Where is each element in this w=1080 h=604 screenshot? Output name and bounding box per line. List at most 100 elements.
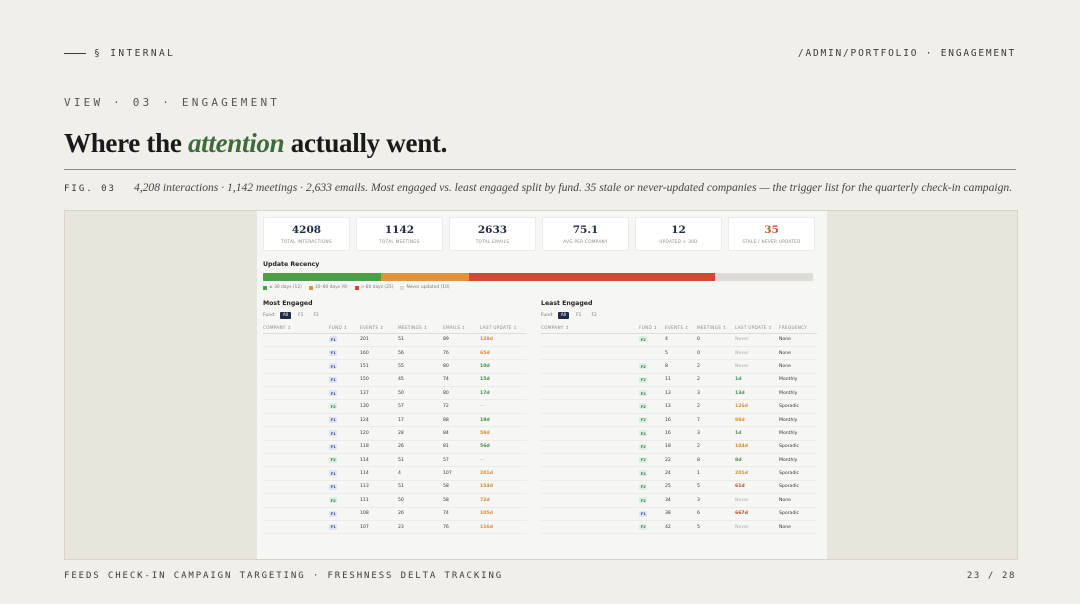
table-row[interactable]: F2 130 57 72— xyxy=(263,399,527,414)
company-cell xyxy=(541,520,639,535)
fund-filter-f2[interactable]: F2 xyxy=(310,312,321,319)
table-row[interactable]: F2 13 3 13d Monthly xyxy=(541,386,817,401)
table-row[interactable]: F1 114 4 107 201d xyxy=(263,466,527,481)
table-row[interactable]: F1 107 23 76 116d xyxy=(263,520,527,535)
meetings-cell: 6 xyxy=(697,507,735,521)
table-row[interactable]: F2 34 3 Never None xyxy=(541,493,817,508)
table-row[interactable]: F2 42 5 Never None xyxy=(541,520,817,535)
table-row[interactable]: F1 201 51 89 128d xyxy=(263,333,527,347)
fund-badge: F1 xyxy=(329,363,338,370)
column-header[interactable]: FUND ↕ xyxy=(329,322,360,334)
column-header[interactable]: COMPANY ↕ xyxy=(263,322,329,334)
company-cell xyxy=(541,493,639,508)
table-row[interactable]: F2 24 1 201d Sporadic xyxy=(541,466,817,481)
column-header[interactable]: MEETINGS ↕ xyxy=(697,322,735,334)
company-cell xyxy=(541,373,639,388)
stat-value: 75.1 xyxy=(572,224,599,236)
last-update-value: 13d xyxy=(735,390,745,396)
table-row[interactable]: F1 120 28 84 59d xyxy=(263,426,527,441)
stat-card: 35 STALE / NEVER UPDATED xyxy=(728,217,815,251)
frequency-cell: Monthly xyxy=(779,426,817,441)
table-row[interactable]: F1 137 50 80 17d xyxy=(263,386,527,401)
meetings-cell: 0 xyxy=(697,333,735,347)
recency-segment-mid xyxy=(380,273,470,281)
table-row[interactable]: F1 150 45 74 15d xyxy=(263,373,527,388)
last-update-value: 201d xyxy=(480,471,493,477)
dashboard-screenshot-frame: 4208 TOTAL INTERACTIONS 1142 TOTAL MEETINGS… xyxy=(64,210,1018,560)
fund-filter-all[interactable]: All xyxy=(557,312,570,319)
fund-filter-f2[interactable]: F2 xyxy=(588,312,599,319)
events-cell: 118 xyxy=(360,440,398,455)
company-cell xyxy=(263,520,329,535)
fund-cell: F2 xyxy=(329,493,360,508)
fund-badge: F1 xyxy=(329,443,338,450)
legend-item: > 60 days (25) xyxy=(354,285,393,290)
column-header[interactable]: FREQUENCY xyxy=(779,322,817,334)
column-header[interactable]: LAST UPDATE ↕ xyxy=(735,322,779,334)
fund-badge: F1 xyxy=(329,416,338,423)
emails-cell: 57 xyxy=(443,453,480,468)
footer-note: FEEDS CHECK-IN CAMPAIGN TARGETING · FRES… xyxy=(64,571,504,581)
table-row[interactable]: F1 38 6 667d Sporadic xyxy=(541,507,817,521)
frequency-cell: Sporadic xyxy=(779,466,817,481)
table-row[interactable]: F2 18 2 104d Sporadic xyxy=(541,440,817,455)
table-row[interactable]: F1 118 26 81 56d xyxy=(263,440,527,455)
table-row[interactable]: F1 151 55 80 10d xyxy=(263,359,527,374)
column-header[interactable]: MEETINGS ↕ xyxy=(398,322,443,334)
legend-label: Never updated (10) xyxy=(406,285,450,290)
page-title: Where the attention actually went. xyxy=(64,128,447,159)
table-row[interactable]: F1 124 17 88 19d xyxy=(263,413,527,428)
table-row[interactable]: 5 0 Never None xyxy=(541,346,817,361)
emails-cell: 80 xyxy=(443,359,480,374)
column-header[interactable]: EMAILS ↕ xyxy=(443,322,480,334)
recency-segment-stale xyxy=(469,273,715,281)
events-cell: 151 xyxy=(360,359,398,374)
table-row[interactable]: F2 16 7 98d Monthly xyxy=(541,413,817,428)
table-row[interactable]: F2 22 8 8d Monthly xyxy=(541,453,817,468)
table-row[interactable]: F2 4 0 Never None xyxy=(541,333,817,347)
table-row[interactable]: F2 8 2 Never None xyxy=(541,359,817,374)
last-update-cell: 10d xyxy=(480,359,527,374)
fund-cell: F2 xyxy=(639,399,665,414)
events-cell: 111 xyxy=(360,493,398,508)
fund-badge: F1 xyxy=(329,510,338,517)
legend-swatch xyxy=(263,285,267,290)
emails-cell: 84 xyxy=(443,426,480,441)
table-row[interactable]: F2 13 2 126d Sporadic xyxy=(541,399,817,414)
fund-badge: F1 xyxy=(329,336,338,343)
fund-filter-all[interactable]: All xyxy=(279,312,292,319)
table-row[interactable]: F2 25 5 61d Sporadic xyxy=(541,480,817,495)
frequency-cell: Monthly xyxy=(779,453,817,468)
stat-card: 12 UPDATED < 30D xyxy=(635,217,722,251)
column-header[interactable]: EVENTS ↕ xyxy=(665,322,697,334)
column-header[interactable]: EVENTS ↕ xyxy=(360,322,398,334)
table-row[interactable]: F2 11 2 1d Monthly xyxy=(541,373,817,388)
events-cell: 34 xyxy=(665,493,697,508)
column-header[interactable]: LAST UPDATE ↕ xyxy=(480,322,527,334)
column-header[interactable]: FUND ↕ xyxy=(639,322,665,334)
fund-filter-f1[interactable]: F1 xyxy=(573,312,584,319)
engagement-dashboard: 4208 TOTAL INTERACTIONS 1142 TOTAL MEETINGS… xyxy=(257,211,827,559)
fund-badge: F1 xyxy=(329,390,338,396)
meetings-cell: 0 xyxy=(697,346,735,361)
last-update-value: 15d xyxy=(480,377,490,383)
table-row[interactable]: F1 113 51 58 154d xyxy=(263,480,527,495)
meetings-cell: 3 xyxy=(697,386,735,401)
fund-badge: F2 xyxy=(639,443,648,450)
emails-cell: 88 xyxy=(443,413,480,428)
last-update-cell: 116d xyxy=(480,520,527,535)
emails-cell: 76 xyxy=(443,346,480,361)
last-update-cell: 1d xyxy=(735,373,779,388)
fund-badge: F2 xyxy=(329,497,338,504)
last-update-value: 1d xyxy=(735,430,742,436)
table-row[interactable]: F2 111 50 58 72d xyxy=(263,493,527,508)
column-header[interactable]: COMPANY ↕ xyxy=(541,322,639,334)
table-row[interactable]: F2 16 3 1d Monthly xyxy=(541,426,817,441)
table-row[interactable]: F2 114 51 57— xyxy=(263,453,527,468)
table-row[interactable]: F1 160 56 76 65d xyxy=(263,346,527,361)
table-row[interactable]: F1 108 26 74 105d xyxy=(263,507,527,521)
company-cell xyxy=(263,359,329,374)
meetings-cell: 7 xyxy=(697,413,735,428)
fund-filter-f1[interactable]: F1 xyxy=(295,312,306,319)
emails-cell: 81 xyxy=(443,440,480,455)
